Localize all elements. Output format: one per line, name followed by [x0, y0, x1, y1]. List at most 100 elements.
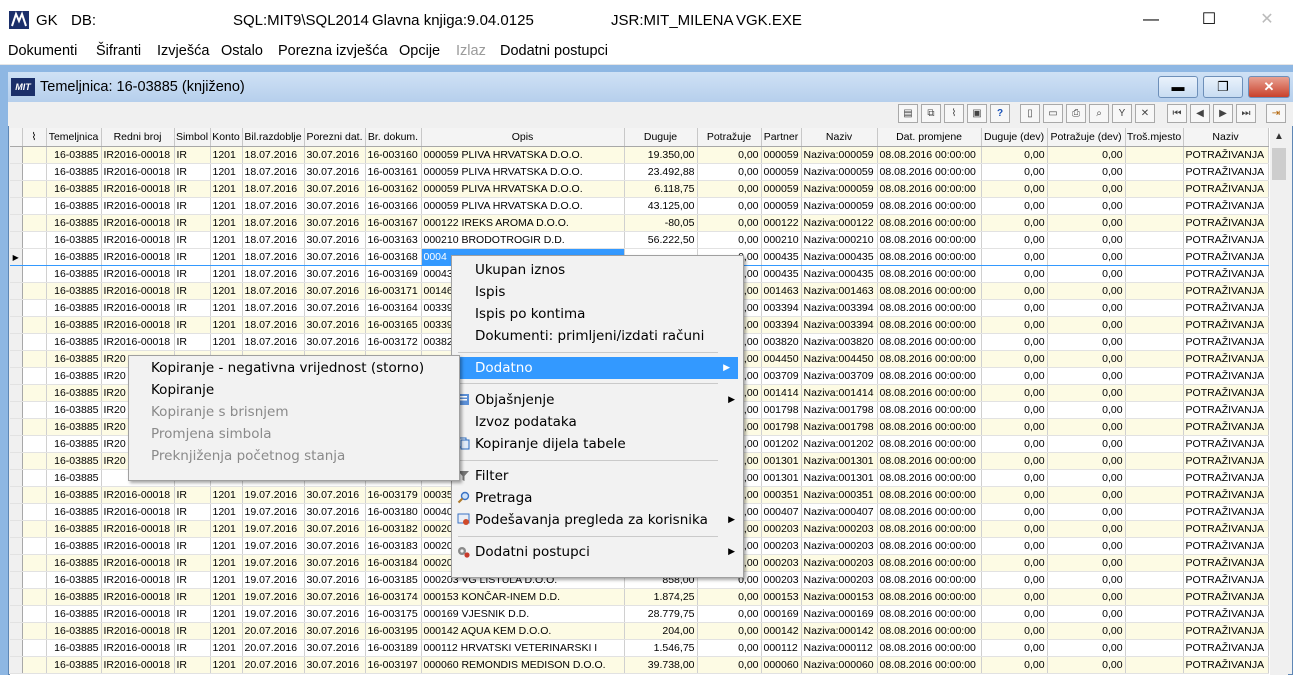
col-header[interactable]: Naziv [801, 128, 878, 147]
table-cell[interactable]: 1201 [210, 231, 243, 249]
table-cell[interactable]: 20.07.2016 [242, 639, 305, 657]
table-cell[interactable]: IR [174, 537, 211, 555]
child-minimize-button[interactable]: ▬ [1158, 76, 1198, 98]
table-cell[interactable]: 1201 [210, 333, 243, 351]
table-cell[interactable]: 08.08.2016 00:00:00 [877, 146, 982, 164]
table-cell[interactable]: 001202 [761, 435, 802, 453]
table-cell[interactable]: 000210 BRODOTROGIR D.D. [421, 231, 625, 249]
table-cell[interactable]: 001301 [761, 469, 802, 487]
table-cell[interactable]: 000435 [761, 265, 802, 283]
table-cell[interactable]: 000407 [761, 503, 802, 521]
table-cell[interactable]: IR2016-00018 [101, 537, 175, 555]
table-cell[interactable] [1125, 333, 1184, 351]
table-row[interactable]: 16-03885 IR2016-00018 IR 1201 18.07.2016 30.0… [10, 163, 1269, 181]
table-cell[interactable]: 1201 [210, 214, 243, 232]
table-cell[interactable]: 08.08.2016 00:00:00 [877, 163, 982, 181]
last-record-icon[interactable]: ⏭ [1236, 104, 1256, 123]
row-indicator[interactable] [10, 282, 23, 300]
table-cell[interactable]: 16-03885 [46, 265, 102, 283]
table-cell[interactable]: 0,00 [697, 588, 762, 606]
copy-icon[interactable]: ⧉ [921, 104, 941, 123]
table-cell[interactable]: 1.874,25 [624, 588, 698, 606]
table-cell[interactable]: 16-03885 [46, 197, 102, 215]
table-cell[interactable] [1125, 486, 1184, 504]
table-cell[interactable]: 08.08.2016 00:00:00 [877, 639, 982, 657]
table-cell[interactable]: IR [174, 571, 211, 589]
table-cell[interactable] [1125, 265, 1184, 283]
table-cell[interactable]: POTRAŽIVANJA [1183, 299, 1269, 317]
table-cell[interactable]: 30.07.2016 [304, 197, 366, 215]
table-cell[interactable]: 0,00 [1047, 435, 1126, 453]
menu-item-ukupan-iznos[interactable]: Ukupan iznos [452, 259, 743, 281]
menu-item-podesavanja[interactable]: Podešavanja pregleda za korisnika ▶ [452, 509, 743, 531]
table-cell[interactable]: 0,00 [697, 656, 762, 674]
row-indicator[interactable] [10, 656, 23, 674]
attachment-icon[interactable]: ⌇ [944, 104, 964, 123]
table-cell[interactable]: IR2016-00018 [101, 605, 175, 623]
table-cell[interactable]: POTRAŽIVANJA [1183, 418, 1269, 436]
col-header[interactable]: Simbol [174, 128, 211, 147]
table-cell[interactable]: 19.350,00 [624, 146, 698, 164]
table-cell[interactable]: Naziva:001798 [801, 418, 878, 436]
table-cell[interactable]: 08.08.2016 00:00:00 [877, 435, 982, 453]
vertical-scrollbar[interactable]: ▲ [1270, 128, 1288, 675]
table-cell[interactable]: Naziva:000059 [801, 197, 878, 215]
attachment-cell[interactable] [22, 299, 47, 317]
table-cell[interactable]: IR [174, 180, 211, 198]
table-cell[interactable]: 18.07.2016 [242, 231, 305, 249]
table-cell[interactable]: 16-03885 [46, 180, 102, 198]
close-button[interactable]: ✕ [1244, 6, 1290, 34]
table-cell[interactable]: 001798 [761, 418, 802, 436]
table-cell[interactable]: 000112 [761, 639, 802, 657]
table-cell[interactable]: 000210 [761, 231, 802, 249]
scroll-up-icon[interactable]: ▲ [1270, 128, 1288, 146]
table-cell[interactable]: 0,00 [1047, 214, 1126, 232]
table-cell[interactable] [1125, 469, 1184, 487]
table-cell[interactable]: 16-03885 [46, 656, 102, 674]
row-indicator[interactable] [10, 316, 23, 334]
row-indicator[interactable] [10, 520, 23, 538]
table-cell[interactable]: 003820 [761, 333, 802, 351]
table-cell[interactable]: 30.07.2016 [304, 503, 366, 521]
table-cell[interactable] [1125, 503, 1184, 521]
table-cell[interactable]: Naziva:000112 [801, 639, 878, 657]
table-cell[interactable]: 0,00 [697, 163, 762, 181]
table-cell[interactable]: Naziva:000203 [801, 520, 878, 538]
table-cell[interactable]: 1201 [210, 605, 243, 623]
table-cell[interactable]: 16-003174 [365, 588, 422, 606]
table-cell[interactable]: 16-003184 [365, 554, 422, 572]
table-cell[interactable]: 08.08.2016 00:00:00 [877, 622, 982, 640]
table-cell[interactable]: POTRAŽIVANJA [1183, 452, 1269, 470]
table-cell[interactable]: 16-03885 [46, 282, 102, 300]
table-cell[interactable]: 0,00 [981, 350, 1048, 368]
table-cell[interactable]: 000122 IREKS AROMA D.O.O. [421, 214, 625, 232]
table-cell[interactable]: 004450 [761, 350, 802, 368]
table-cell[interactable]: 16-03885 [46, 248, 102, 266]
table-cell[interactable]: 003709 [761, 367, 802, 385]
table-row[interactable]: 16-03885 IR2016-00018 IR 1201 20.07.2016 30.0… [10, 622, 1269, 640]
attachment-cell[interactable] [22, 622, 47, 640]
table-cell[interactable]: POTRAŽIVANJA [1183, 469, 1269, 487]
table-cell[interactable] [1125, 588, 1184, 606]
table-cell[interactable]: 08.08.2016 00:00:00 [877, 588, 982, 606]
table-cell[interactable]: 0,00 [981, 214, 1048, 232]
table-cell[interactable] [1125, 384, 1184, 402]
table-cell[interactable]: IR [174, 520, 211, 538]
table-cell[interactable]: 56.222,50 [624, 231, 698, 249]
row-indicator[interactable] [10, 384, 23, 402]
table-cell[interactable]: Naziva:000122 [801, 214, 878, 232]
table-cell[interactable]: 0,00 [981, 401, 1048, 419]
table-cell[interactable]: 16-03885 [46, 163, 102, 181]
table-cell[interactable]: 0,00 [981, 265, 1048, 283]
printer-icon[interactable]: ⎙ [1066, 104, 1086, 123]
table-cell[interactable]: 1201 [210, 486, 243, 504]
attachment-cell[interactable] [22, 248, 47, 266]
table-cell[interactable]: 16-003168 [365, 248, 422, 266]
row-indicator[interactable] [10, 146, 23, 164]
table-cell[interactable]: 0,00 [981, 503, 1048, 521]
table-cell[interactable]: 000122 [761, 214, 802, 232]
table-cell[interactable]: IR2016-00018 [101, 503, 175, 521]
menu-dodatni-postupci[interactable]: Dodatni postupci [500, 43, 608, 59]
table-cell[interactable]: 08.08.2016 00:00:00 [877, 537, 982, 555]
remove-filter-icon[interactable]: ✕ [1135, 104, 1155, 123]
